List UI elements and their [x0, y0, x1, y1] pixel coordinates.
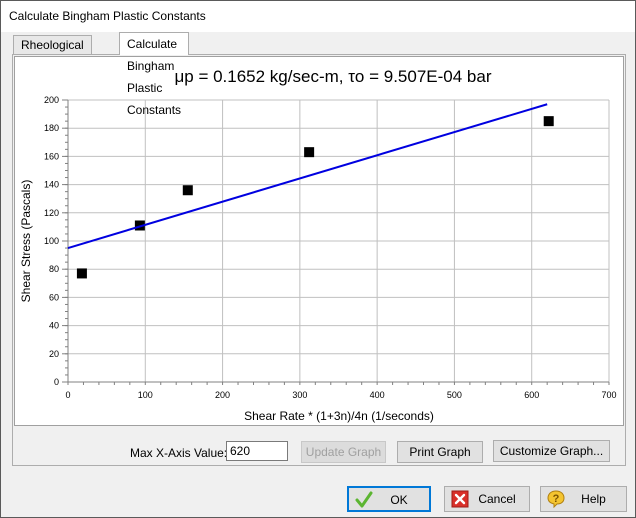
tab-rheological-data[interactable]: Rheological Data	[13, 35, 92, 71]
chart-title: μp = 0.1652 kg/sec-m, τo = 9.507E-04 bar	[174, 67, 491, 86]
x-axis-label: Shear Rate * (1+3n)/4n (1/seconds)	[244, 409, 434, 423]
chart-container: μp = 0.1652 kg/sec-m, τo = 9.507E-04 bar…	[14, 56, 624, 426]
grid-lines	[67, 99, 610, 383]
y-tick-label: 180	[44, 123, 59, 133]
y-tick-label: 160	[44, 151, 59, 161]
dialog-window: Calculate Bingham Plastic Constants Rheo…	[0, 0, 636, 518]
series	[67, 103, 554, 279]
help-button[interactable]: ? Help	[540, 486, 627, 512]
x-tick-label: 500	[447, 390, 462, 400]
y-tick-label: 100	[44, 236, 59, 246]
tab-panel: μp = 0.1652 kg/sec-m, τo = 9.507E-04 bar…	[12, 54, 626, 466]
y-tick-label: 60	[49, 292, 59, 302]
x-tick-label: 100	[138, 390, 153, 400]
y-tick-label: 120	[44, 208, 59, 218]
max-x-axis-input[interactable]	[226, 441, 288, 461]
y-tick-label: 140	[44, 180, 59, 190]
data-point	[182, 185, 193, 196]
y-axis-label: Shear Stress (Pascals)	[19, 180, 33, 303]
x-tick-label: 600	[524, 390, 539, 400]
data-point	[304, 147, 315, 158]
window-title: Calculate Bingham Plastic Constants	[9, 9, 206, 23]
x-tick-label: 0	[65, 390, 70, 400]
y-tick-label: 40	[49, 321, 59, 331]
x-tick-label: 400	[370, 390, 385, 400]
y-tick-label: 20	[49, 349, 59, 359]
customize-graph-button[interactable]: Customize Graph...	[493, 440, 610, 462]
max-x-axis-label: Max X-Axis Value:	[130, 446, 228, 460]
tab-calculate-bingham[interactable]: Calculate Bingham Plastic Constants	[119, 32, 190, 117]
data-point	[543, 116, 554, 127]
x-tick-label: 200	[215, 390, 230, 400]
print-graph-button[interactable]: Print Graph	[397, 441, 483, 463]
graph-controls: Max X-Axis Value: Update Graph Print Gra…	[13, 440, 625, 466]
x-tick-label: 300	[292, 390, 307, 400]
chart-svg: μp = 0.1652 kg/sec-m, τo = 9.507E-04 bar…	[19, 67, 617, 423]
cancel-button[interactable]: Cancel	[444, 486, 530, 512]
ok-label: OK	[390, 493, 408, 507]
y-tick-label: 80	[49, 264, 59, 274]
x-tick-labels: 0 100 200 300 400 500 600 700	[65, 390, 616, 400]
title-bar: Calculate Bingham Plastic Constants	[1, 1, 635, 32]
y-tick-labels: 0 20 40 60 80 100 120 140 160 180 200	[44, 95, 59, 387]
cancel-label: Cancel	[478, 492, 516, 506]
data-point	[76, 268, 87, 279]
y-tick-label: 200	[44, 95, 59, 105]
y-tick-label: 0	[54, 377, 59, 387]
x-tick-label: 700	[601, 390, 616, 400]
ok-button[interactable]: OK	[347, 486, 431, 512]
axes	[62, 99, 610, 385]
update-graph-button[interactable]: Update Graph	[301, 441, 386, 463]
help-label: Help	[581, 492, 606, 506]
fit-line	[67, 103, 548, 250]
